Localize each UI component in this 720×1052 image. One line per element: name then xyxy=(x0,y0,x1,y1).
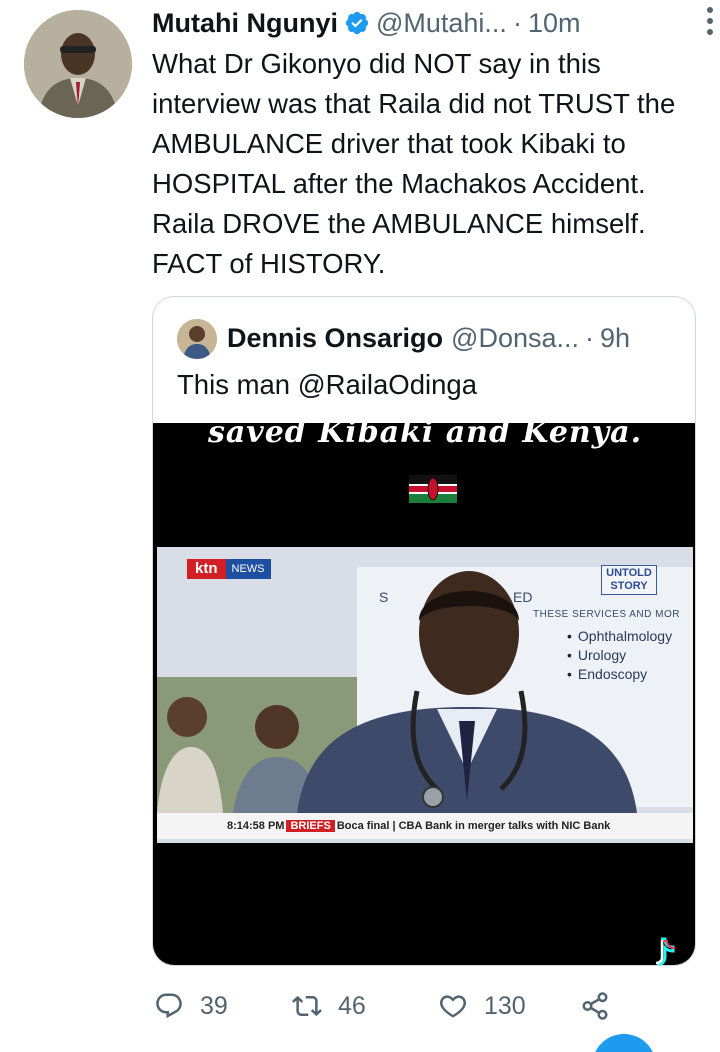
tweet-time[interactable]: 10m xyxy=(528,8,581,39)
verified-badge-icon xyxy=(345,11,369,35)
quoted-tweet-header: Dennis Onsarigo @Donsa... · 9h xyxy=(227,317,675,359)
kenya-flag-icon xyxy=(409,475,457,503)
quoted-tweet-time: 9h xyxy=(600,322,631,353)
news-broadcast-frame: S ED THESE SERVICES AND MOR Ophthalmolog… xyxy=(157,547,693,843)
author-name[interactable]: Mutahi Ngunyi xyxy=(152,8,338,39)
tweet-header: Mutahi Ngunyi @Mutahi... · 10m xyxy=(152,2,696,44)
tweet-actions: 39 46 130 xyxy=(152,984,712,1028)
channel-logo: ktn NEWS xyxy=(187,559,271,579)
ticker-time: 8:14:58 PM xyxy=(227,820,285,832)
retweet-button[interactable]: 46 xyxy=(292,984,366,1028)
ticker-label: BRIEFS xyxy=(286,820,335,832)
quoted-separator-dot: · xyxy=(585,322,595,353)
author-handle[interactable]: @Mutahi... xyxy=(376,8,507,39)
retweet-icon xyxy=(292,995,322,1017)
quoted-tweet-card[interactable]: Dennis Onsarigo @Donsa... · 9h This man … xyxy=(152,296,696,966)
share-button[interactable] xyxy=(580,984,610,1028)
more-options-icon[interactable] xyxy=(706,6,714,36)
ticker-text: Boca final | CBA Bank in merger talks wi… xyxy=(336,820,611,832)
separator-dot: · xyxy=(512,7,522,38)
doctor-figure xyxy=(297,571,637,813)
reply-icon xyxy=(156,993,182,1019)
tweet-text: What Dr Gikonyo did NOT say in this inte… xyxy=(152,48,676,279)
quoted-author-avatar xyxy=(177,319,217,359)
share-icon xyxy=(582,992,608,1020)
video-player[interactable]: saved Kibaki and Kenya. S ED THESE SERVI… xyxy=(153,423,695,965)
video-caption: saved Kibaki and Kenya. xyxy=(207,423,643,450)
tiktok-icon xyxy=(655,937,676,965)
like-icon xyxy=(439,995,467,1018)
like-button[interactable]: 130 xyxy=(438,984,526,1028)
quoted-tweet-text: This man @RailaOdinga xyxy=(177,369,477,400)
channel-logo-sub: NEWS xyxy=(225,559,271,579)
author-avatar[interactable] xyxy=(24,10,132,118)
quoted-author-handle: @Donsa... xyxy=(451,322,580,353)
compose-tweet-button[interactable] xyxy=(592,1034,656,1052)
retweet-count: 46 xyxy=(338,991,366,1020)
reply-count: 39 xyxy=(200,991,228,1020)
channel-logo-text: ktn xyxy=(187,559,226,579)
like-count: 130 xyxy=(484,991,526,1020)
reply-button[interactable]: 39 xyxy=(154,984,228,1028)
news-ticker: 8:14:58 PM BRIEFS Boca final | CBA Bank … xyxy=(157,813,693,839)
quoted-author-name: Dennis Onsarigo xyxy=(227,322,444,353)
tweet[interactable]: Mutahi Ngunyi @Mutahi... · 10m What Dr G… xyxy=(0,0,720,1052)
